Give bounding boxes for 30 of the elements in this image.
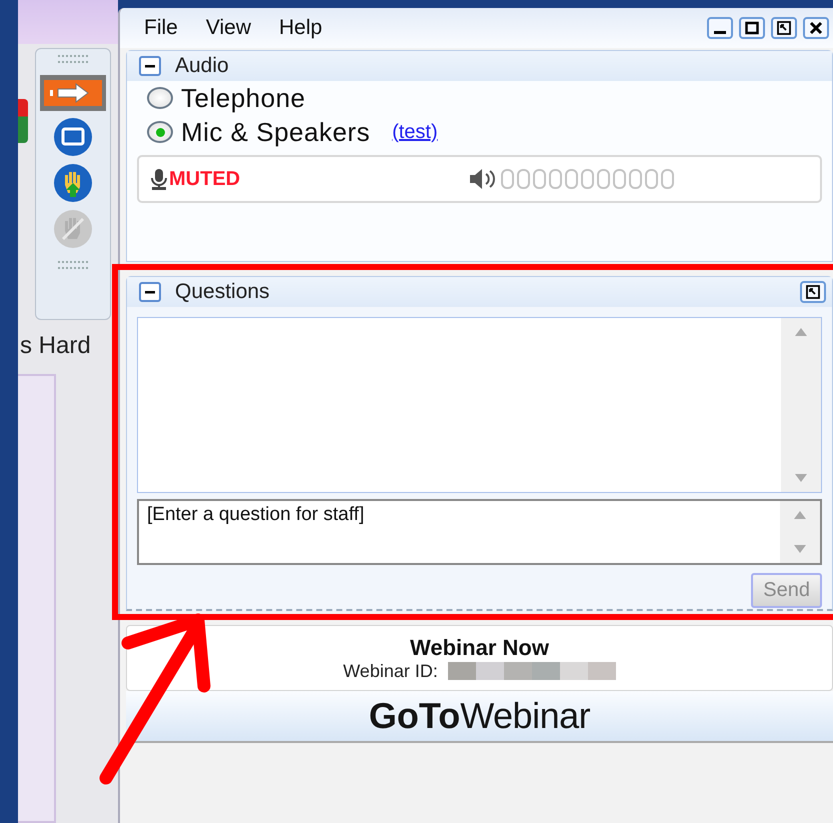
- screen-button[interactable]: [53, 117, 93, 157]
- pop-out-icon[interactable]: [771, 17, 797, 39]
- test-link[interactable]: (test): [392, 120, 438, 144]
- close-icon[interactable]: [803, 17, 829, 39]
- partial-icon: [18, 99, 28, 143]
- minimize-icon[interactable]: [707, 17, 733, 39]
- collapse-button[interactable]: [139, 282, 161, 302]
- radio-button[interactable]: [147, 121, 173, 143]
- webinar-title: Webinar Now: [410, 634, 549, 660]
- maximize-icon[interactable]: [739, 17, 765, 39]
- menu-item[interactable]: Help: [278, 16, 322, 40]
- section-title: Audio: [175, 54, 229, 78]
- grip-icon: [58, 261, 88, 269]
- radio-button[interactable]: [147, 87, 173, 109]
- logo: GoToWebinar: [126, 691, 833, 743]
- section-title: Questions: [175, 280, 270, 304]
- menu-item[interactable]: File: [144, 16, 178, 40]
- collapse-button[interactable]: [139, 56, 161, 76]
- mute-status: MUTED: [169, 168, 242, 190]
- arrow-button[interactable]: [40, 75, 106, 111]
- pop-out-icon[interactable]: [800, 281, 826, 303]
- webinar-id-label: Webinar ID:: [343, 660, 438, 682]
- question-input[interactable]: [Enter a question for staff]: [137, 499, 822, 565]
- radio-label: Telephone: [181, 82, 306, 114]
- window-text: s Hard: [19, 331, 92, 361]
- grip-icon: [58, 55, 88, 63]
- menu-item[interactable]: View: [206, 16, 251, 40]
- radio-label: Mic & Speakers: [181, 116, 370, 148]
- microphone-icon: [149, 168, 169, 190]
- raise-hand-button[interactable]: [53, 163, 93, 203]
